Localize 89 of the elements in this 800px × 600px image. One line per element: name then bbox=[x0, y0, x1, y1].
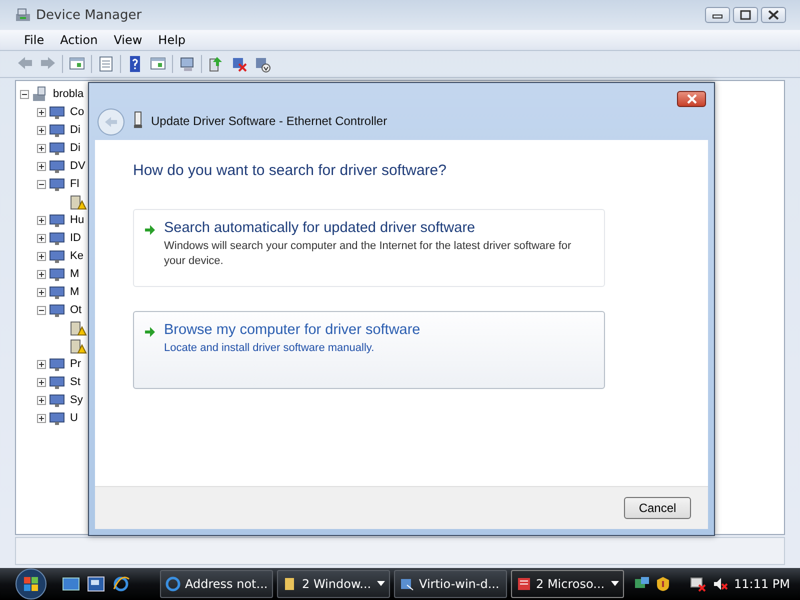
device-icon bbox=[133, 111, 143, 129]
maximize-button[interactable] bbox=[733, 7, 758, 23]
expand-toggle[interactable] bbox=[37, 144, 46, 152]
expand-toggle[interactable] bbox=[37, 288, 46, 296]
tree-item[interactable]: Di bbox=[70, 124, 80, 136]
expand-toggle[interactable] bbox=[37, 180, 46, 188]
tree-item[interactable]: Fl bbox=[70, 178, 80, 190]
show-desktop-icon[interactable] bbox=[62, 576, 80, 592]
window-title: Device Manager bbox=[36, 8, 142, 22]
expand-toggle[interactable] bbox=[37, 162, 46, 170]
device-icon bbox=[49, 266, 67, 282]
switch-windows-icon[interactable] bbox=[87, 576, 105, 592]
browser-icon bbox=[165, 576, 181, 592]
option-card[interactable]: Browse my computer for driver software Locate and install driver software manually. bbox=[133, 311, 605, 389]
document-icon bbox=[516, 576, 532, 592]
network-disconnected-icon[interactable] bbox=[690, 576, 706, 592]
device-icon bbox=[49, 356, 67, 372]
device-icon bbox=[49, 248, 67, 264]
tree-item[interactable]: U bbox=[70, 412, 78, 424]
menu-item[interactable]: Action bbox=[52, 33, 106, 47]
update-driver-icon[interactable] bbox=[207, 55, 225, 73]
installer-icon bbox=[399, 576, 415, 592]
taskbar-button[interactable]: Address not... bbox=[160, 570, 273, 598]
device-icon bbox=[49, 410, 67, 426]
device-manager-icon bbox=[14, 7, 32, 23]
expand-toggle[interactable] bbox=[37, 414, 46, 422]
uninstall-device-icon[interactable] bbox=[253, 55, 271, 73]
tree-item[interactable]: DV bbox=[70, 160, 86, 172]
cancel-button[interactable]: Cancel bbox=[624, 497, 691, 519]
tree-item[interactable]: Co bbox=[70, 106, 84, 118]
expand-toggle[interactable] bbox=[37, 306, 46, 314]
expand-toggle[interactable] bbox=[37, 234, 46, 242]
device-icon bbox=[49, 176, 67, 192]
tree-item[interactable]: Hu bbox=[70, 214, 84, 226]
tree-item[interactable]: Di bbox=[70, 142, 80, 154]
tree-item[interactable]: Sy bbox=[70, 394, 83, 406]
device-icon bbox=[49, 212, 67, 228]
expand-toggle[interactable] bbox=[37, 216, 46, 224]
device-icon bbox=[49, 230, 67, 246]
option-title: Browse my computer for driver software bbox=[164, 322, 420, 338]
expand-toggle[interactable] bbox=[37, 378, 46, 386]
properties-icon[interactable] bbox=[97, 55, 115, 73]
taskbar-button[interactable]: Virtio-win-d... bbox=[394, 570, 507, 598]
monitor-scan-icon[interactable] bbox=[178, 55, 196, 73]
device-icon bbox=[49, 374, 67, 390]
device-icon bbox=[49, 140, 67, 156]
expand-toggle[interactable] bbox=[37, 270, 46, 278]
tree-item[interactable]: brobla bbox=[53, 88, 84, 100]
taskbar-button[interactable]: 2 Window... bbox=[277, 570, 390, 598]
tree-item[interactable]: St bbox=[70, 376, 80, 388]
tree-item[interactable]: Ke bbox=[70, 250, 84, 262]
taskbar-button[interactable]: 2 Microso... bbox=[511, 570, 624, 598]
arrow-icon bbox=[144, 224, 156, 236]
option-description: Locate and install driver software manually. bbox=[164, 341, 376, 356]
device-icon bbox=[49, 392, 67, 408]
shield-icon[interactable] bbox=[656, 576, 670, 592]
option-card[interactable]: Search automatically for updated driver software Windows will search your computer and the Internet for the latest driver software for your device. bbox=[133, 209, 605, 287]
close-button[interactable] bbox=[761, 7, 786, 23]
dialog-title: Update Driver Software - Ethernet Controller bbox=[151, 114, 388, 128]
device-icon bbox=[49, 122, 67, 138]
expand-toggle[interactable] bbox=[37, 108, 46, 116]
tree-item[interactable]: Pr bbox=[70, 358, 81, 370]
tree-item[interactable]: M bbox=[70, 268, 80, 280]
tree-item[interactable]: ID bbox=[70, 232, 81, 244]
option-title: Search automatically for updated driver software bbox=[164, 220, 476, 236]
speaker-muted-icon[interactable] bbox=[712, 576, 728, 592]
close-icon bbox=[686, 94, 698, 104]
tree-item[interactable]: Ot bbox=[70, 304, 82, 316]
clock[interactable]: 11:11 PM bbox=[734, 577, 790, 591]
expand-toggle[interactable] bbox=[37, 126, 46, 134]
device-icon bbox=[49, 104, 67, 120]
menu-item[interactable]: View bbox=[106, 33, 150, 47]
device-icon bbox=[49, 158, 67, 174]
option-description: Windows will search your computer and the Internet for the latest driver software for your device. bbox=[164, 239, 572, 269]
tree-item[interactable]: M bbox=[70, 286, 80, 298]
device-icon bbox=[49, 302, 67, 318]
expand-toggle[interactable] bbox=[20, 90, 29, 98]
close-button[interactable] bbox=[677, 91, 706, 107]
device-icon bbox=[49, 284, 67, 300]
browser-icon[interactable] bbox=[112, 576, 130, 592]
menu-item[interactable]: Help bbox=[150, 33, 194, 47]
dialog-heading: How do you want to search for driver software? bbox=[133, 162, 448, 179]
arrow-icon bbox=[144, 326, 156, 338]
expand-toggle[interactable] bbox=[37, 360, 46, 368]
expand-toggle[interactable] bbox=[37, 252, 46, 260]
disable-device-icon[interactable] bbox=[230, 55, 248, 73]
minimize-button[interactable] bbox=[705, 7, 730, 23]
expand-toggle[interactable] bbox=[37, 396, 46, 404]
menu-item[interactable]: File bbox=[16, 33, 52, 47]
